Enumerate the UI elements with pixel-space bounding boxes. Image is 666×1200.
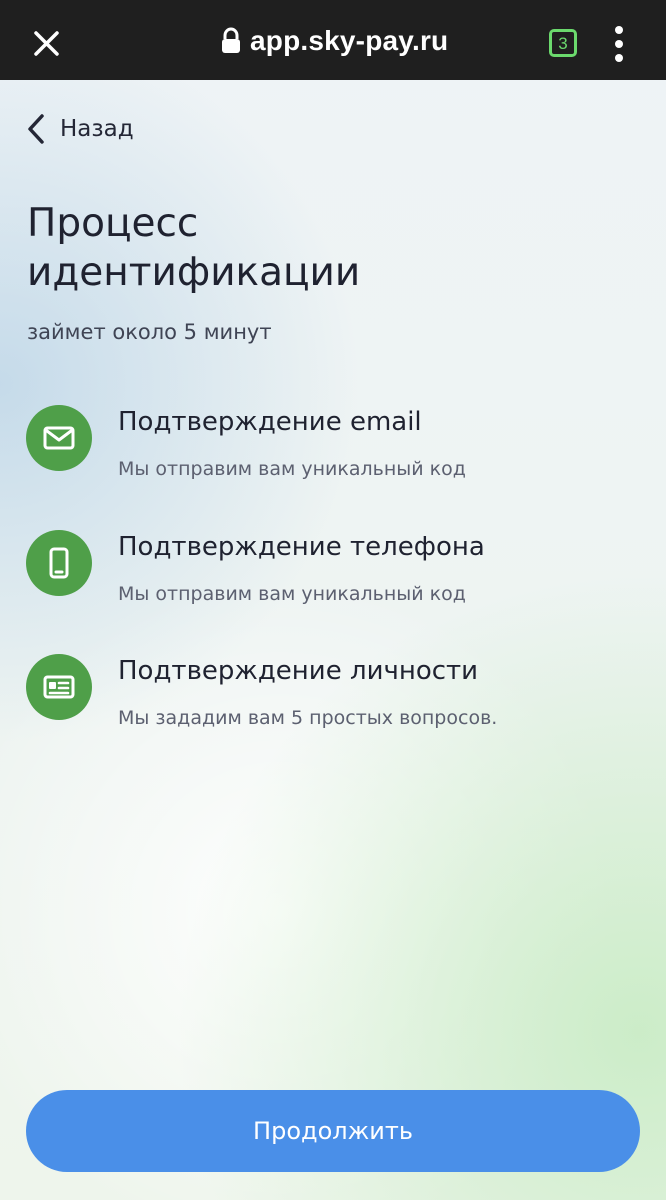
phone-icon	[26, 530, 92, 596]
identification-steps: Подтверждение email Мы отправим вам уник…	[0, 0, 666, 800]
step-phone: Подтверждение телефона Мы отправим вам у…	[0, 530, 666, 620]
continue-button[interactable]: Продолжить	[26, 1090, 640, 1172]
step-description: Мы зададим вам 5 простых вопросов.	[118, 707, 498, 729]
step-identity: Подтверждение личности Мы зададим вам 5 …	[0, 654, 666, 744]
mail-icon	[26, 405, 92, 471]
id-card-icon	[26, 654, 92, 720]
step-title: Подтверждение email	[118, 407, 422, 437]
step-title: Подтверждение телефона	[118, 532, 485, 562]
step-email: Подтверждение email Мы отправим вам уник…	[0, 405, 666, 495]
step-description: Мы отправим вам уникальный код	[118, 458, 466, 480]
step-title: Подтверждение личности	[118, 656, 479, 686]
step-description: Мы отправим вам уникальный код	[118, 583, 466, 605]
